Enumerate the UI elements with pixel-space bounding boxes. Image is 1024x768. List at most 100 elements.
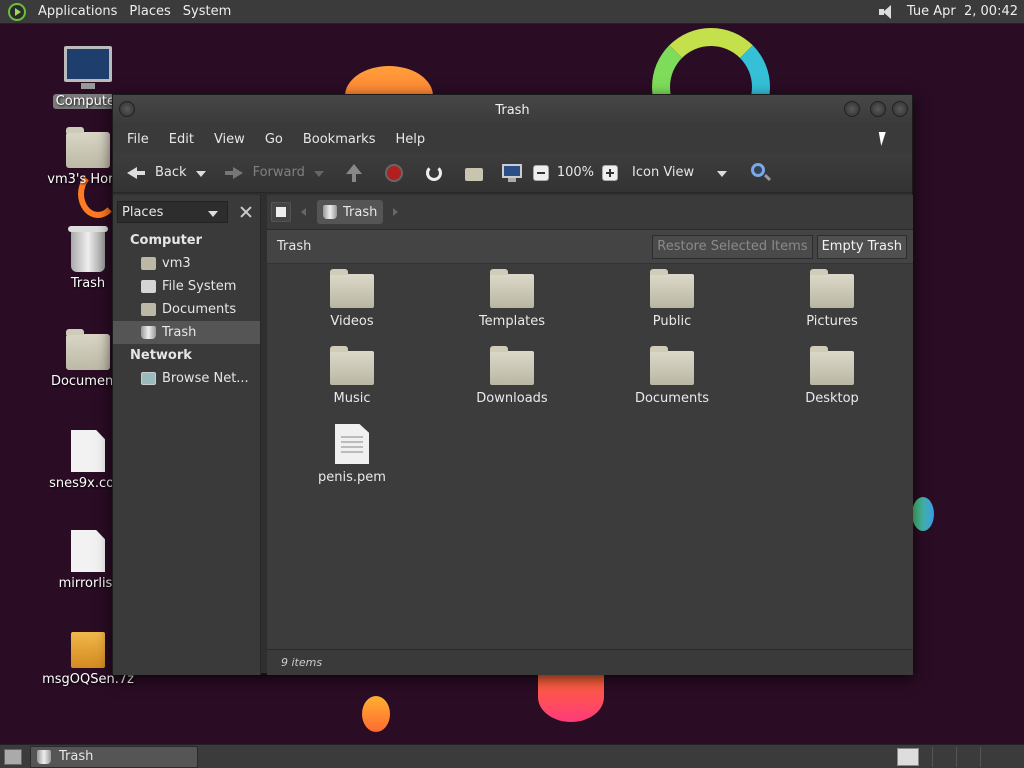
status-bar: 9 items [267,649,913,675]
file-item-pem[interactable]: penis.pem [282,424,422,485]
zoom-out-icon [532,164,549,181]
info-bar-title: Trash [277,239,312,254]
window-titlebar[interactable]: Trash [113,95,912,125]
documents-folder-icon [66,329,110,370]
path-button-trash[interactable]: Trash [317,200,384,224]
window-title: Trash [495,102,530,118]
menu-edit[interactable]: Edit [159,132,204,147]
zoom-out-button[interactable] [529,157,553,189]
home-button[interactable] [459,157,489,189]
bottom-panel: Trash [0,744,1024,768]
path-scroll-right-icon[interactable] [389,202,403,222]
sidebar-item-file-system[interactable]: File System [113,275,260,298]
home-icon [463,162,485,184]
path-button-label: Trash [343,204,378,220]
file-item-downloads[interactable]: Downloads [442,346,582,406]
empty-trash-button[interactable]: Empty Trash [816,234,907,259]
file-item-public[interactable]: Public [602,269,742,329]
file-item-label: Pictures [806,314,858,329]
folder-icon [650,346,694,385]
maximize-button[interactable] [870,101,886,117]
file-item-label: Templates [478,314,546,329]
workspace-switcher-3[interactable] [980,747,1004,767]
file-item-label: Documents [634,391,710,406]
menu-system[interactable]: System [177,0,237,24]
side-pane-header: Places [113,195,260,229]
file-item-pictures[interactable]: Pictures [762,269,902,329]
sidebar-item-vm3[interactable]: vm3 [113,252,260,275]
sidebar-item-label: Trash [162,325,197,340]
sidebar-item-trash[interactable]: Trash [113,321,260,344]
side-pane: Places Computer vm3 File System Document… [113,195,261,675]
trash-applet-icon[interactable] [897,748,919,766]
forward-history-dropdown[interactable] [309,162,331,184]
sidebar-item-documents[interactable]: Documents [113,298,260,321]
view-mode-label: Icon View [632,165,695,180]
path-scroll-left-icon[interactable] [297,202,311,222]
sidebar-item-browse-network[interactable]: Browse Net... [113,367,260,390]
chevron-down-icon [712,162,734,184]
back-history-dropdown[interactable] [191,162,213,184]
path-bar: Trash [267,195,913,229]
menu-bookmarks[interactable]: Bookmarks [293,132,386,147]
workspace-switcher-1[interactable] [932,747,956,767]
sidebar-item-label: Documents [162,302,237,317]
menubar: File Edit View Go Bookmarks Help [113,125,912,153]
folder-icon [810,346,854,385]
workspace-switcher-2[interactable] [956,747,980,767]
applications-logo-icon[interactable] [8,2,26,21]
network-icon [141,372,156,385]
file-item-label: Desktop [805,391,859,406]
clock[interactable]: Tue Apr 2, 00:42 [907,4,1018,19]
stop-button[interactable] [379,157,409,189]
window-menu-button[interactable] [119,101,135,117]
wallpaper-shape [538,672,604,722]
home-folder-icon [66,127,110,168]
search-icon [750,162,772,184]
menu-applications[interactable]: Applications [32,0,123,24]
zoom-in-button[interactable] [598,157,622,189]
file-icon [71,530,105,572]
menu-places[interactable]: Places [123,0,176,24]
edit-location-icon[interactable] [271,202,291,222]
folder-icon [330,346,374,385]
view-mode-select[interactable]: Icon View [628,157,738,189]
minimize-button[interactable] [844,101,860,117]
folder-icon [490,346,534,385]
forward-button[interactable]: Forward [219,157,309,189]
side-pane-selector[interactable]: Places [117,201,229,224]
sidebar-item-label: File System [162,279,237,294]
file-item-documents[interactable]: Documents [602,346,742,406]
menu-go[interactable]: Go [255,132,293,147]
file-item-desktop[interactable]: Desktop [762,346,902,406]
file-item-templates[interactable]: Templates [442,269,582,329]
zoom-in-icon [602,164,619,181]
close-button[interactable] [892,101,908,117]
taskbar-item-label: Trash [59,749,94,764]
up-button[interactable] [339,157,369,189]
file-item-videos[interactable]: Videos [282,269,422,329]
wallpaper-shape [912,497,934,531]
file-view[interactable]: Trash Restore Selected Items Empty Trash… [267,229,913,675]
menu-help[interactable]: Help [385,132,435,147]
menu-view[interactable]: View [204,132,255,147]
archive-icon [71,632,105,668]
back-button[interactable]: Back [121,157,191,189]
up-arrow-icon [343,162,365,184]
search-button[interactable] [746,157,776,189]
restore-selected-button[interactable]: Restore Selected Items [652,234,813,259]
computer-button[interactable] [497,157,527,189]
menu-file[interactable]: File [117,132,159,147]
wallpaper-shape [362,696,390,732]
zoom-level[interactable]: 100% [557,165,594,180]
file-item-music[interactable]: Music [282,346,422,406]
file-item-label: Videos [330,314,374,329]
chevron-down-icon [203,202,225,224]
close-side-pane-icon[interactable] [236,202,256,222]
reload-button[interactable] [419,157,449,189]
taskbar-item-trash[interactable]: Trash [30,745,198,768]
folder-icon [650,269,694,308]
disk-icon [141,280,156,293]
volume-icon[interactable] [878,4,897,20]
show-desktop-icon[interactable] [4,748,22,765]
